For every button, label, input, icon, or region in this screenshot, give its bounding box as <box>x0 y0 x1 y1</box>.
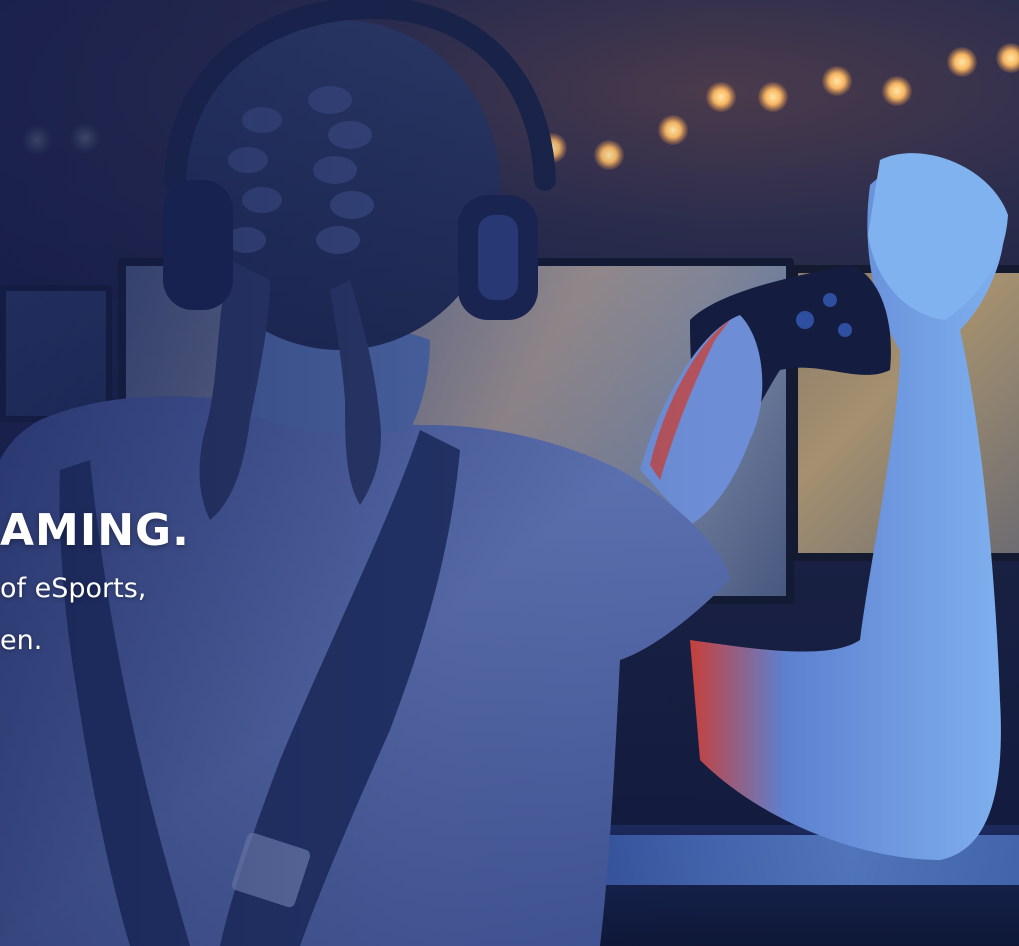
hero-subline-2: en. <box>0 625 43 656</box>
text-contrast-overlay <box>0 0 1019 946</box>
hero-subline-1: of eSports, <box>0 573 147 604</box>
hero-headline: AMING. <box>0 505 190 556</box>
hero-banner: AMING. of eSports, en. <box>0 0 1019 946</box>
